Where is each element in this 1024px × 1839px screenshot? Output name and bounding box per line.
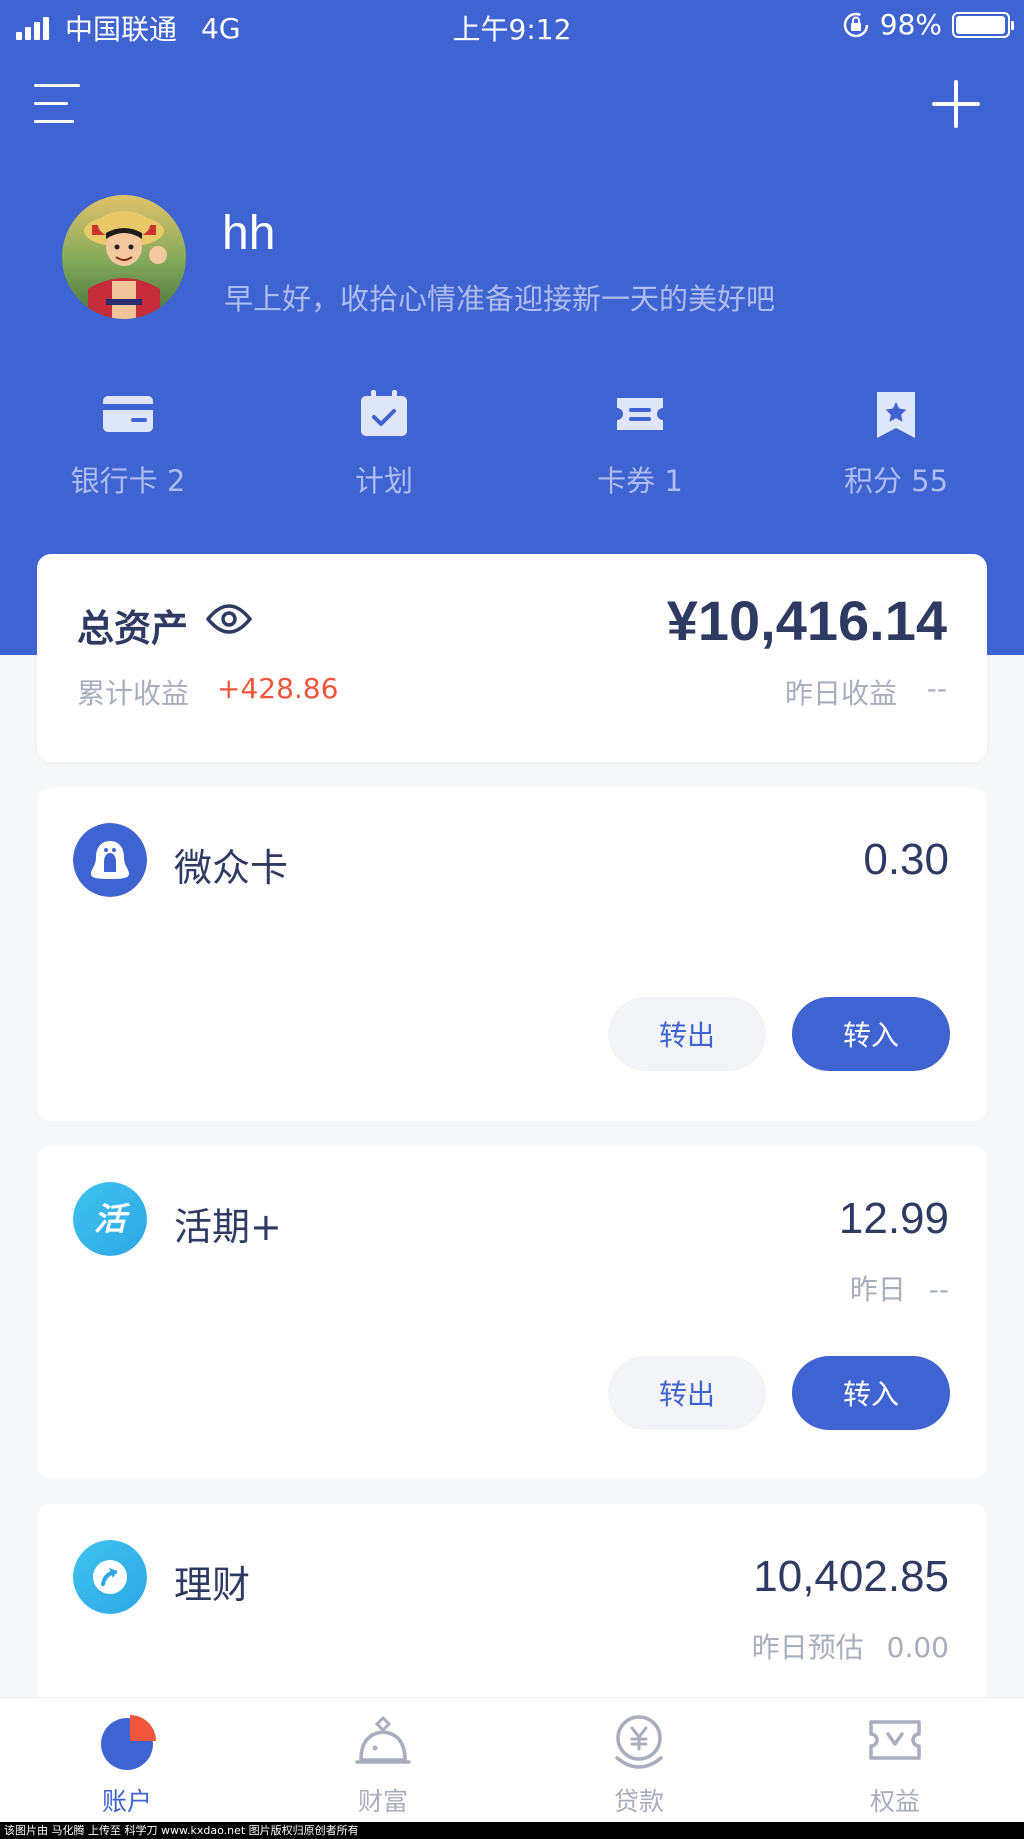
tab-account[interactable]: 账户 (37, 1712, 217, 1818)
account-amount: 10,402.85 (753, 1552, 949, 1601)
menu-button[interactable] (34, 82, 80, 126)
watermark-footer: 该图片由 马化腾 上传至 科学刀 www.kxdao.net 图片版权归原创者所… (0, 1822, 1024, 1839)
eye-icon[interactable] (205, 600, 253, 638)
account-name: 微众卡 (174, 846, 289, 890)
quick-link-bank-cards[interactable]: 银行卡 2 (33, 390, 223, 500)
transfer-out-button[interactable]: 转出 (608, 1356, 766, 1430)
avatar[interactable] (62, 195, 186, 319)
pie-chart-icon (101, 1715, 156, 1770)
bottom-tab-bar: 账户 财富 贷款 权益 (0, 1697, 1024, 1822)
yesterday-earnings-label: 昨日收益 (784, 677, 897, 710)
quick-link-label: 银行卡 2 (70, 464, 186, 498)
total-assets-title: 总资产 (77, 607, 188, 650)
transfer-in-button[interactable]: 转入 (792, 997, 950, 1071)
account-card-weizhong[interactable]: 微众卡 0.30 转出 转入 (37, 787, 987, 1121)
cumulative-earnings-value: +428.86 (217, 672, 339, 705)
quick-link-label: 计划 (354, 464, 413, 498)
greeting-text: 早上好，收拾心情准备迎接新一天的美好吧 (224, 282, 776, 316)
account-card-huoqi[interactable]: 活 活期+ 12.99 昨日 -- 转出 转入 (37, 1146, 987, 1478)
battery-percent: 98% (879, 8, 942, 41)
transfer-out-button[interactable]: 转出 (608, 997, 766, 1071)
yesterday-earnings-value: -- (926, 672, 947, 705)
status-bar: 中国联通 4G 上午9:12 98% (0, 0, 1024, 50)
total-assets-card[interactable]: 总资产 ¥10,416.14 累计收益 +428.86 昨日收益 -- (37, 554, 987, 762)
username: hh (222, 207, 276, 260)
ticket-icon (617, 398, 663, 430)
penguin-icon (73, 823, 147, 897)
piggy-bank-icon (355, 1715, 411, 1764)
calendar-check-icon (361, 390, 407, 436)
huo-icon: 活 (73, 1182, 147, 1256)
hamburger-menu-icon (34, 84, 80, 87)
account-amount: 0.30 (863, 835, 949, 884)
rotation-lock-icon (843, 12, 869, 37)
account-estimate-label: 昨日预估 (751, 1631, 864, 1664)
quick-link-label: 卡券 1 (597, 464, 683, 498)
tab-label: 财富 (357, 1787, 408, 1816)
tab-rights[interactable]: 权益 (805, 1712, 985, 1818)
account-name: 理财 (174, 1563, 251, 1607)
account-amount: 12.99 (838, 1194, 949, 1243)
account-yesterday-value: -- (928, 1273, 949, 1306)
add-button[interactable] (932, 80, 980, 128)
tab-label: 账户 (101, 1787, 152, 1816)
account-yesterday: 昨日 -- (850, 1268, 949, 1308)
yuan-coin-icon (615, 1715, 663, 1769)
clock: 上午9:12 (452, 13, 572, 46)
bank-card-icon (103, 396, 153, 432)
wealth-arrow-icon (73, 1540, 147, 1614)
cumulative-earnings-label: 累计收益 (77, 677, 190, 710)
tab-loan[interactable]: 贷款 (549, 1712, 729, 1818)
total-assets-value: ¥10,416.14 (666, 589, 947, 652)
quick-link-points[interactable]: 积分 55 (801, 390, 991, 500)
quick-link-label: 积分 55 (843, 464, 949, 498)
account-yesterday-label: 昨日 (849, 1273, 906, 1306)
quick-link-coupons[interactable]: 卡券 1 (545, 390, 735, 500)
tab-wealth[interactable]: 财富 (293, 1712, 473, 1818)
battery-icon (952, 11, 1014, 38)
bookmark-star-icon (877, 392, 915, 438)
voucher-icon (869, 1720, 921, 1760)
huo-icon-text: 活 (94, 1200, 131, 1238)
account-estimate-value: 0.00 (886, 1631, 949, 1664)
account-name: 活期+ (174, 1205, 282, 1249)
quick-link-plan[interactable]: 计划 (289, 390, 479, 500)
tab-label: 权益 (869, 1787, 920, 1816)
account-estimate: 昨日预估 0.00 (752, 1626, 949, 1666)
battery-level (956, 15, 1005, 34)
transfer-in-button[interactable]: 转入 (792, 1356, 950, 1430)
tab-label: 贷款 (613, 1787, 664, 1816)
